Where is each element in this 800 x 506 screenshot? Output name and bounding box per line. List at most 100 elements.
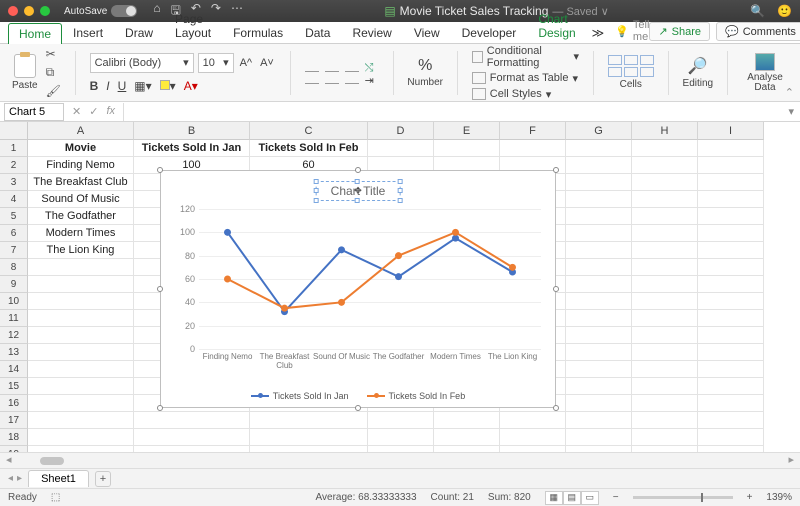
enter-formula-button[interactable]: ✓ — [89, 105, 98, 118]
cell-H13[interactable] — [632, 344, 698, 361]
collapse-ribbon-button[interactable]: ⌃ — [785, 86, 794, 99]
cell-B1[interactable]: Tickets Sold In Jan — [134, 140, 250, 157]
column-header-F[interactable]: F — [500, 122, 566, 140]
chart-marker[interactable] — [452, 229, 459, 236]
row-header-4[interactable]: 4 — [0, 191, 28, 208]
chart-marker[interactable] — [509, 264, 516, 271]
cell-A7[interactable]: The Lion King — [28, 242, 134, 259]
cell-G9[interactable] — [566, 276, 632, 293]
sheet-tab-nav[interactable]: ◂▸ — [8, 473, 22, 484]
row-header-16[interactable]: 16 — [0, 395, 28, 412]
cell-C17[interactable] — [250, 412, 368, 429]
cell-G3[interactable] — [566, 174, 632, 191]
bold-button[interactable]: B — [90, 79, 99, 93]
tab-home[interactable]: Home — [8, 23, 62, 44]
zoom-out-button[interactable]: − — [613, 492, 619, 503]
cell-H7[interactable] — [632, 242, 698, 259]
align-bottom-button[interactable] — [345, 62, 359, 72]
cell-G2[interactable] — [566, 157, 632, 174]
legend-series-1[interactable]: Tickets Sold In Jan — [251, 391, 349, 401]
cell-I16[interactable] — [698, 395, 764, 412]
cell-G17[interactable] — [566, 412, 632, 429]
cell-G7[interactable] — [566, 242, 632, 259]
cell-E1[interactable] — [434, 140, 500, 157]
formula-input[interactable] — [123, 103, 782, 121]
cell-I9[interactable] — [698, 276, 764, 293]
underline-button[interactable]: U — [118, 79, 127, 93]
cell-G11[interactable] — [566, 310, 632, 327]
resize-handle-s[interactable] — [355, 405, 361, 411]
hscroll-thumb[interactable] — [40, 457, 64, 465]
ct-handle[interactable] — [314, 198, 319, 203]
ct-handle[interactable] — [314, 179, 319, 184]
format-painter-icon[interactable]: 🖌 — [46, 84, 61, 98]
cell-A12[interactable] — [28, 327, 134, 344]
cell-A18[interactable] — [28, 429, 134, 446]
cell-A2[interactable]: Finding Nemo — [28, 157, 134, 174]
align-top-button[interactable] — [305, 62, 319, 72]
row-header-10[interactable]: 10 — [0, 293, 28, 310]
normal-view-button[interactable]: ▦ — [545, 491, 563, 505]
cell-I14[interactable] — [698, 361, 764, 378]
cell-A10[interactable] — [28, 293, 134, 310]
cell-F18[interactable] — [500, 429, 566, 446]
cell-D17[interactable] — [368, 412, 434, 429]
cell-A8[interactable] — [28, 259, 134, 276]
cell-D18[interactable] — [368, 429, 434, 446]
tab-page-layout[interactable]: Page Layout — [164, 8, 222, 43]
worksheet-area[interactable]: ABCDEFGHI 12345678910111213141516171819 … — [0, 122, 800, 452]
cell-H15[interactable] — [632, 378, 698, 395]
cell-A5[interactable]: The Godfather — [28, 208, 134, 225]
row-header-13[interactable]: 13 — [0, 344, 28, 361]
column-header-D[interactable]: D — [368, 122, 434, 140]
cell-G1[interactable] — [566, 140, 632, 157]
chart-marker[interactable] — [224, 229, 231, 236]
cell-C1[interactable]: Tickets Sold In Feb — [250, 140, 368, 157]
increase-font-button[interactable]: A^ — [238, 57, 255, 69]
select-all-corner[interactable] — [0, 122, 28, 140]
chart-plot-area[interactable]: 020406080100120 Finding NemoThe Breakfas… — [199, 209, 541, 349]
cell-I6[interactable] — [698, 225, 764, 242]
cell-H14[interactable] — [632, 361, 698, 378]
cell-G8[interactable] — [566, 259, 632, 276]
resize-handle-sw[interactable] — [157, 405, 163, 411]
cell-A4[interactable]: Sound Of Music — [28, 191, 134, 208]
cell-G14[interactable] — [566, 361, 632, 378]
cell-A9[interactable] — [28, 276, 134, 293]
cell-I17[interactable] — [698, 412, 764, 429]
page-break-view-button[interactable]: ▭ — [581, 491, 599, 505]
conditional-formatting-button[interactable]: Conditional Formatting▾ — [472, 45, 579, 69]
format-as-table-button[interactable]: Format as Table▾ — [472, 72, 579, 85]
column-header-I[interactable]: I — [698, 122, 764, 140]
cell-A1[interactable]: Movie — [28, 140, 134, 157]
cell-A16[interactable] — [28, 395, 134, 412]
row-header-2[interactable]: 2 — [0, 157, 28, 174]
autosave-switch[interactable] — [111, 5, 137, 17]
row-header-11[interactable]: 11 — [0, 310, 28, 327]
copy-icon[interactable]: ⧉ — [46, 65, 61, 80]
indent-button[interactable]: ⇥ — [365, 74, 379, 84]
cell-H4[interactable] — [632, 191, 698, 208]
row-header-7[interactable]: 7 — [0, 242, 28, 259]
row-header-5[interactable]: 5 — [0, 208, 28, 225]
expand-formula-bar-button[interactable]: ▾ — [782, 105, 800, 118]
resize-handle-w[interactable] — [157, 286, 163, 292]
scroll-left-button[interactable]: ◂ — [6, 453, 12, 466]
font-color-button[interactable]: A▾ — [184, 79, 198, 93]
column-header-E[interactable]: E — [434, 122, 500, 140]
row-header-18[interactable]: 18 — [0, 429, 28, 446]
ct-handle[interactable] — [314, 188, 319, 193]
align-right-button[interactable] — [345, 74, 359, 84]
font-name-select[interactable]: Calibri (Body)▾ — [90, 53, 194, 73]
tab-formulas[interactable]: Formulas — [222, 22, 294, 43]
cell-G13[interactable] — [566, 344, 632, 361]
cell-F1[interactable] — [500, 140, 566, 157]
cell-I12[interactable] — [698, 327, 764, 344]
column-header-H[interactable]: H — [632, 122, 698, 140]
border-button[interactable]: ▦▾ — [134, 79, 151, 93]
row-header-14[interactable]: 14 — [0, 361, 28, 378]
scroll-right-button[interactable]: ▸ — [788, 453, 794, 466]
zoom-level[interactable]: 139% — [766, 492, 792, 503]
cell-H6[interactable] — [632, 225, 698, 242]
cell-C18[interactable] — [250, 429, 368, 446]
